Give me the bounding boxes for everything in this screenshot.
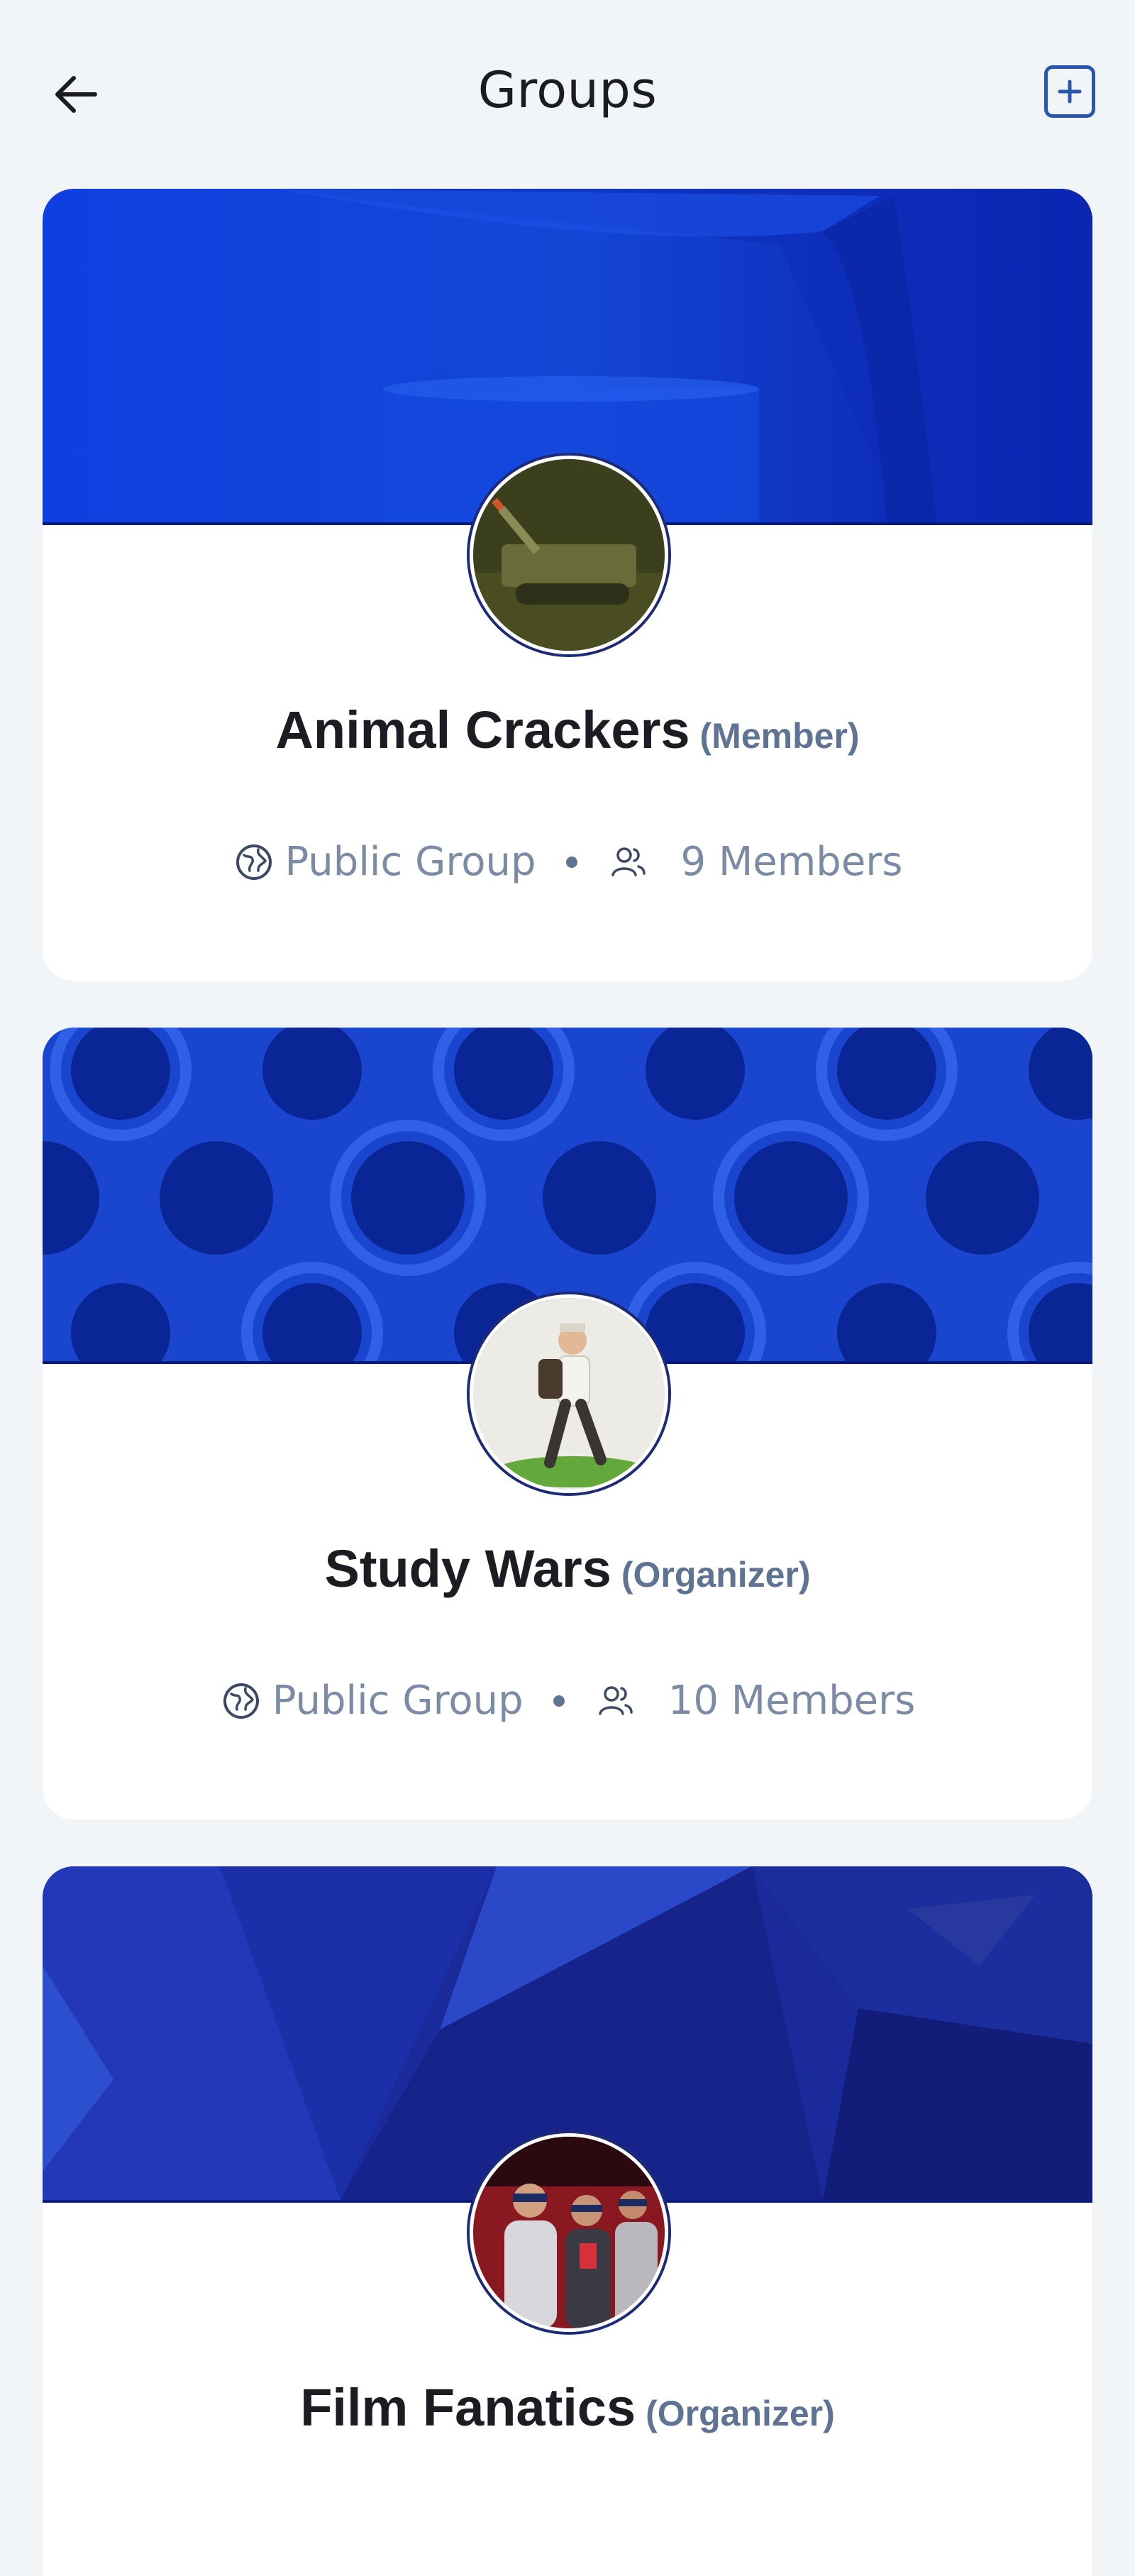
globe-icon [220,1680,262,1722]
group-avatar [470,2133,668,2332]
users-icon [594,1680,637,1722]
group-visibility: Public Group [272,1678,524,1724]
plus-square-icon [1058,79,1082,104]
group-name[interactable]: Study Wars [324,1539,611,1598]
users-icon [607,841,650,884]
group-meta: Public Group 10 Members [43,1678,1092,1724]
group-title-row: Study Wars (Organizer) [43,1539,1092,1599]
group-card[interactable]: Animal Crackers (Member) Public Group 9 M… [43,189,1092,981]
group-avatar [470,456,668,654]
separator-dot [565,856,577,868]
group-meta: Public Group 9 Members [43,839,1092,885]
group-name[interactable]: Film Fanatics [300,2378,636,2437]
group-name[interactable]: Animal Crackers [275,700,690,759]
group-member-count: 9 Members [680,839,903,885]
group-card[interactable]: Study Wars (Organizer) Public Group 10 Me… [43,1028,1092,1820]
app-header: Groups [0,0,1135,189]
group-avatar [470,1294,668,1493]
group-title-row: Animal Crackers (Member) [43,700,1092,760]
separator-dot [553,1695,565,1707]
group-role: (Organizer) [646,2394,835,2433]
group-title-row: Film Fanatics (Organizer) [43,2377,1092,2438]
group-role: (Member) [699,716,860,756]
group-member-count: 10 Members [668,1678,916,1724]
page-title: Groups [477,61,658,119]
group-role: (Organizer) [621,1555,811,1595]
group-visibility: Public Group [284,839,536,885]
add-group-button[interactable] [1044,65,1095,118]
globe-icon [233,841,275,884]
group-card[interactable]: Film Fanatics (Organizer) [43,1866,1092,2576]
